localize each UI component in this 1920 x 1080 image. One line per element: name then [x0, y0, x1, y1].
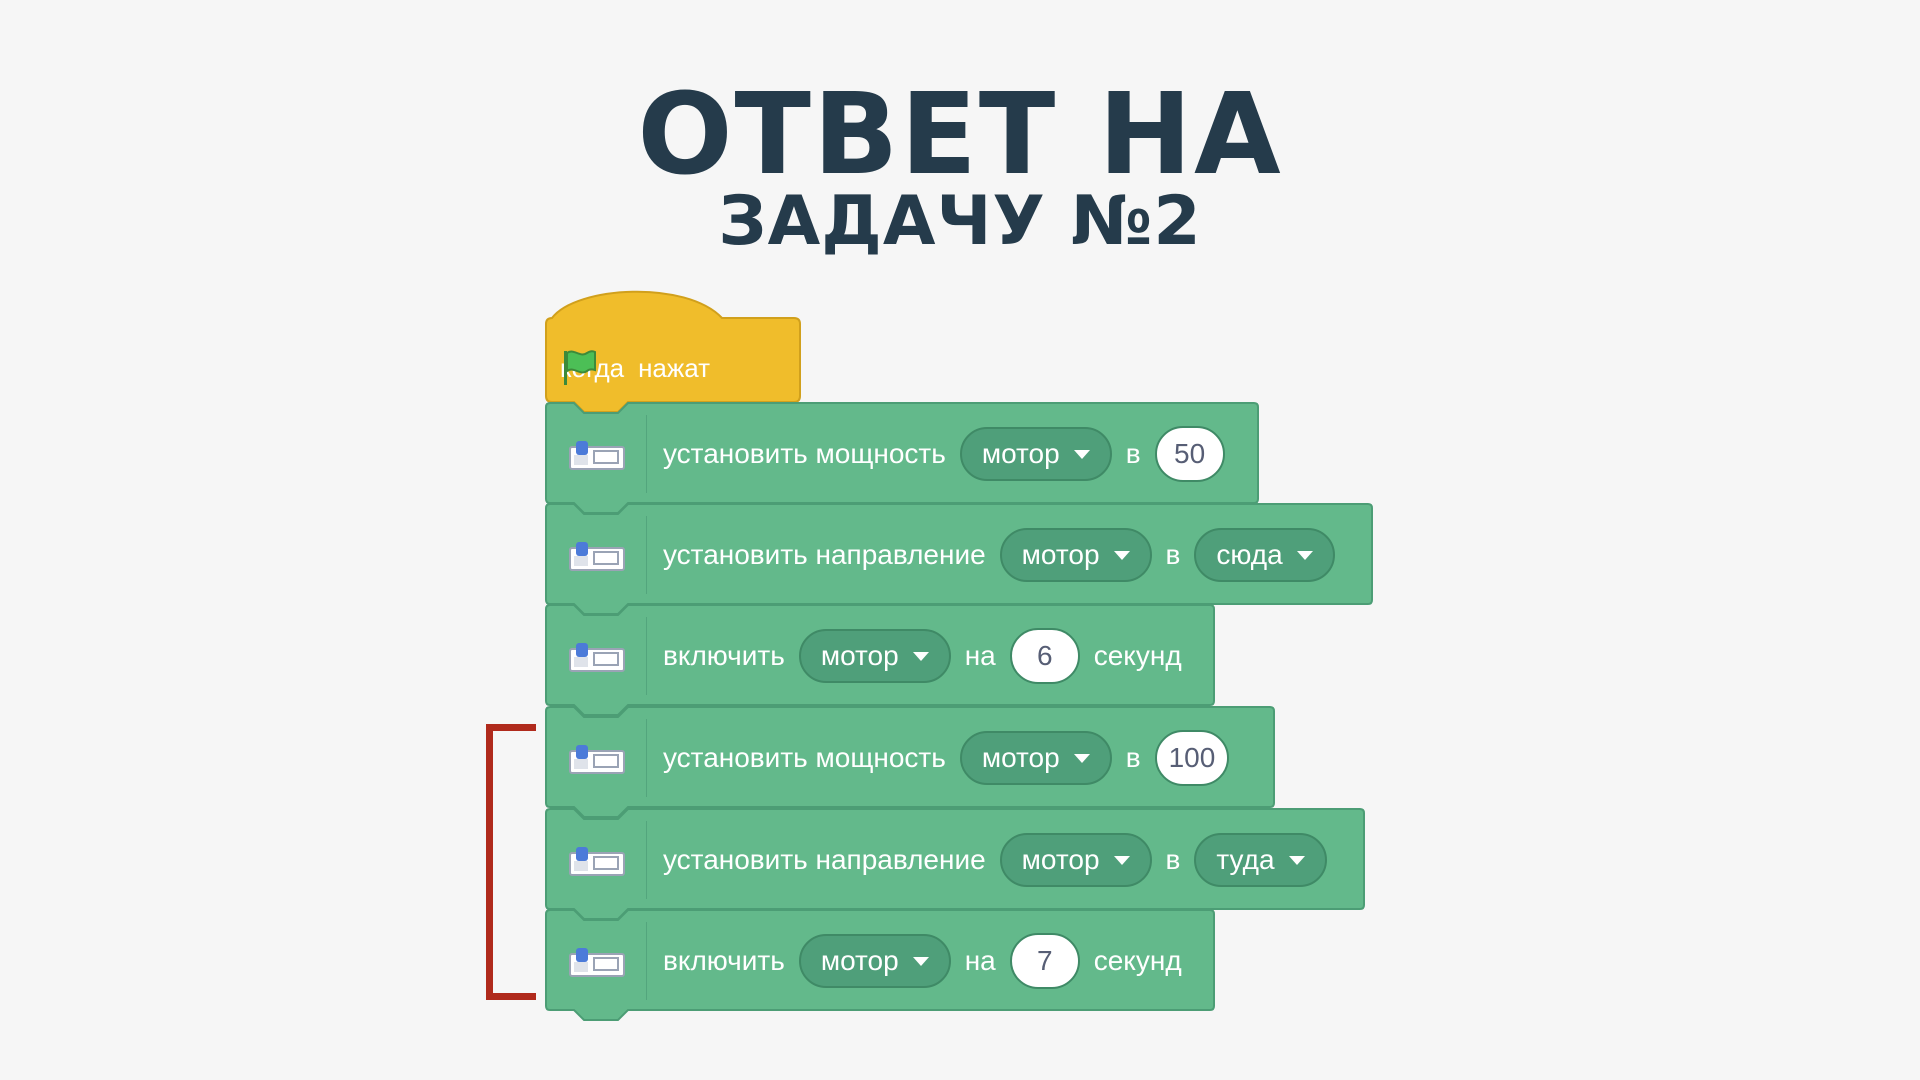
block-label: установить направление — [663, 539, 986, 570]
block-separator — [646, 415, 647, 493]
when-flag-clicked-block[interactable]: когда нажат — [545, 286, 801, 413]
seconds-input[interactable]: 6 — [1009, 628, 1080, 684]
block-label: включить — [663, 640, 785, 671]
set-direction-block[interactable]: установить направление мотор в туда — [545, 808, 1365, 920]
block-mid-label: на — [964, 945, 996, 976]
motor-dropdown[interactable]: мотор — [999, 833, 1152, 887]
chevron-down-icon — [1073, 753, 1090, 763]
dropdown-value: мотор — [820, 945, 899, 976]
motor-dropdown[interactable]: мотор — [959, 731, 1112, 785]
power-input[interactable]: 50 — [1154, 426, 1225, 482]
block-mid-label: в — [1125, 742, 1141, 773]
chevron-down-icon — [1113, 550, 1130, 560]
motor-dropdown[interactable]: мотор — [798, 934, 951, 988]
set-power-block[interactable]: установить мощность мотор в 50 — [545, 402, 1259, 514]
page-title: ОТВЕТ НА — [637, 70, 1283, 200]
direction-dropdown[interactable]: сюда — [1194, 528, 1335, 582]
chevron-down-icon — [912, 651, 929, 661]
dropdown-value: мотор — [1021, 539, 1100, 570]
seconds-input[interactable]: 7 — [1009, 933, 1080, 989]
block-mid-label: в — [1165, 539, 1181, 570]
chevron-down-icon — [1113, 855, 1130, 865]
block-separator — [646, 719, 647, 797]
ev3-extension-icon — [569, 745, 625, 774]
motor-dropdown[interactable]: мотор — [959, 427, 1112, 481]
dropdown-value: туда — [1216, 844, 1275, 875]
dropdown-value: мотор — [981, 438, 1060, 469]
direction-dropdown[interactable]: туда — [1194, 833, 1327, 887]
block-label: включить — [663, 945, 785, 976]
ev3-extension-icon — [569, 542, 625, 571]
block-label: установить направление — [663, 844, 986, 875]
page-subtitle: ЗАДАЧУ №2 — [718, 182, 1202, 261]
chevron-down-icon — [912, 956, 929, 966]
block-suffix-label: секунд — [1093, 945, 1182, 976]
chevron-down-icon — [1288, 855, 1305, 865]
block-label: установить мощность — [663, 742, 946, 773]
block-mid-label: на — [964, 640, 996, 671]
green-flag-icon — [564, 350, 596, 385]
block-separator — [646, 516, 647, 594]
block-suffix-label: секунд — [1093, 640, 1182, 671]
highlight-bracket — [486, 724, 536, 1000]
chevron-down-icon — [1073, 449, 1090, 459]
block-separator — [646, 821, 647, 899]
dropdown-value: мотор — [820, 640, 899, 671]
run-motor-block[interactable]: включить мотор на 7 секунд — [545, 909, 1215, 1021]
block-separator — [646, 617, 647, 695]
ev3-extension-icon — [569, 441, 625, 470]
hat-clicked-label: нажат — [638, 352, 711, 383]
run-motor-block[interactable]: включить мотор на 6 секунд — [545, 604, 1215, 716]
dropdown-value: мотор — [981, 742, 1060, 773]
set-direction-block[interactable]: установить направление мотор в сюда — [545, 503, 1373, 615]
set-power-block[interactable]: установить мощность мотор в 100 — [545, 706, 1275, 818]
power-input[interactable]: 100 — [1154, 730, 1230, 786]
motor-dropdown[interactable]: мотор — [798, 629, 951, 683]
block-label: установить мощность — [663, 438, 946, 469]
block-mid-label: в — [1165, 844, 1181, 875]
dropdown-value: сюда — [1216, 539, 1283, 570]
dropdown-value: мотор — [1021, 844, 1100, 875]
ev3-extension-icon — [569, 847, 625, 876]
ev3-extension-icon — [569, 643, 625, 672]
chevron-down-icon — [1296, 550, 1313, 560]
ev3-extension-icon — [569, 948, 625, 977]
block-mid-label: в — [1125, 438, 1141, 469]
motor-dropdown[interactable]: мотор — [999, 528, 1152, 582]
block-separator — [646, 922, 647, 1000]
